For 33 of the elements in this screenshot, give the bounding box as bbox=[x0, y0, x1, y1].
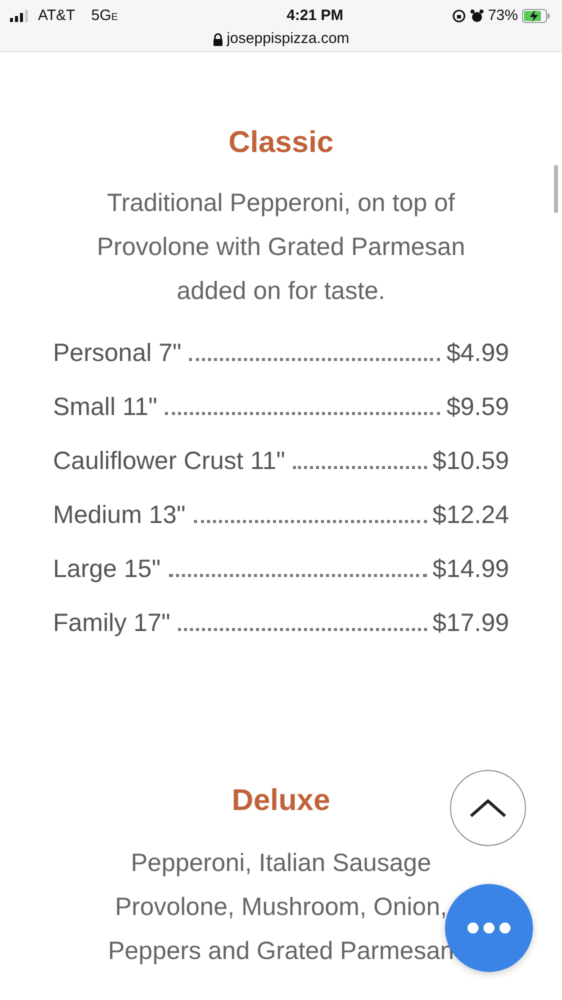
price: $17.99 bbox=[432, 608, 509, 639]
rotation-lock-icon bbox=[452, 9, 466, 23]
address-bar[interactable]: joseppispizza.com bbox=[226, 28, 350, 50]
description-text: Provolone, Mushroom, Onion, bbox=[114, 893, 448, 921]
price: $14.99 bbox=[432, 554, 509, 585]
description-text: Provolone with Grated Parmesan bbox=[96, 233, 466, 261]
size-name: Cauliflower Crust 11" bbox=[53, 446, 286, 477]
lock-icon bbox=[212, 32, 223, 46]
price: $4.99 bbox=[446, 338, 509, 369]
battery-percent: 73% bbox=[488, 6, 518, 26]
description-text: added on for taste. bbox=[176, 277, 386, 305]
description-text: Pepperoni, Italian Sausage bbox=[130, 849, 432, 877]
signal-icon bbox=[10, 10, 30, 22]
price: $10.59 bbox=[432, 446, 509, 477]
clock-time: 4:21 PM bbox=[286, 6, 344, 26]
size-name: Family 17" bbox=[53, 608, 170, 639]
section-title: Classic bbox=[228, 125, 334, 161]
battery-charging-icon bbox=[522, 9, 550, 23]
size-name: Medium 13" bbox=[53, 500, 186, 531]
description-text: Peppers and Grated Parmesan bbox=[108, 937, 454, 965]
description-text: Traditional Pepperoni, on top of bbox=[107, 189, 455, 217]
size-name: Personal 7" bbox=[53, 338, 182, 369]
price: $12.24 bbox=[432, 500, 509, 531]
size-name: Large 15" bbox=[53, 554, 161, 585]
chevron-up-icon bbox=[469, 798, 507, 818]
size-name: Small 11" bbox=[53, 392, 158, 423]
more-icon bbox=[467, 922, 511, 934]
carrier-name: AT&T bbox=[38, 6, 76, 26]
network-type: 5GE bbox=[91, 6, 118, 26]
section-title: Deluxe bbox=[232, 783, 330, 819]
alarm-icon bbox=[470, 9, 484, 23]
price: $9.59 bbox=[446, 392, 509, 423]
scrollbar[interactable] bbox=[554, 165, 558, 213]
